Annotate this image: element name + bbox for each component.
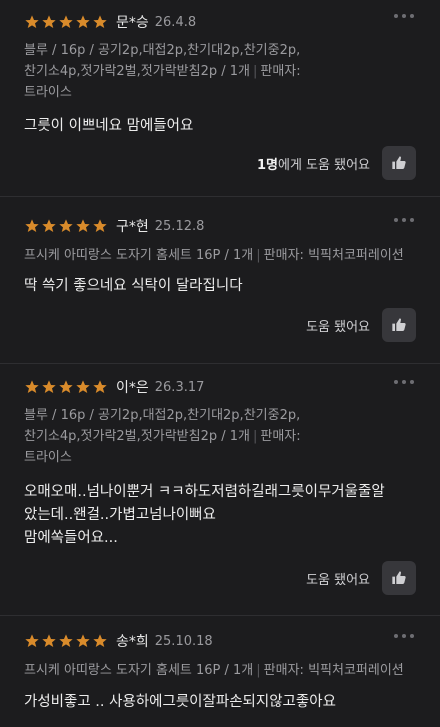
star-icon — [76, 15, 90, 28]
star-icon — [25, 380, 39, 393]
review-text-line: 았는데..왠걸..가볍고넘나이뻐요 — [24, 507, 216, 523]
review-text: 가성비좋고 .. 사용하에그릇이잘파손되지않고좋아요 — [24, 691, 424, 714]
star-icon — [93, 15, 107, 28]
star-icon — [93, 634, 107, 647]
reviewer-name: 구*현 — [116, 219, 149, 235]
more-dots-icon[interactable] — [394, 14, 414, 18]
review-card: 구*현 25.12.8 프시케 아띠랑스 도자기 홈세트 16P / 1개 | 판매… — [0, 197, 440, 364]
star-icon — [59, 634, 73, 647]
more-dots-icon[interactable] — [394, 218, 414, 222]
helpful-button[interactable] — [382, 146, 416, 180]
review-date: 25.10.18 — [154, 633, 213, 649]
helpful-label: 도움 됐어요 — [306, 572, 370, 588]
review-text: 그릇이 이쁘네요 맘에들어요 — [24, 115, 424, 138]
more-dots-icon[interactable] — [394, 380, 414, 384]
helpful-row: 도움 됐어요 — [306, 308, 416, 342]
star-icon — [59, 219, 73, 232]
review-date: 26.3.17 — [154, 379, 205, 395]
reviewer-name: 이*은 — [116, 380, 149, 396]
review-text-line: 오매오매..넘나이뿐거 ㅋㅋ하도저렴하길래그릇이무거울줄알 — [24, 484, 385, 500]
star-icon — [76, 634, 90, 647]
star-rating — [24, 218, 108, 234]
review-date: 26.4.8 — [154, 14, 197, 30]
review-card: 이*은 26.3.17 블루 / 16p / 공기2p,대접2p,찬기대2p,찬… — [0, 364, 440, 616]
star-icon — [42, 380, 56, 393]
option-line: 찬기소4p,젓가락2벌,젓가락받침2p / 1개 | 판매자: — [24, 64, 301, 79]
option-line: 블루 / 16p / 공기2p,대접2p,찬기대2p,찬기중2p, — [24, 43, 301, 58]
star-icon — [25, 219, 39, 232]
reviewer-name: 송*희 — [116, 634, 149, 650]
review-text-line: 가성비좋고 .. 사용하에그릇이잘파손되지않고좋아요 — [24, 694, 336, 710]
star-rating — [24, 633, 108, 649]
review-date: 25.12.8 — [154, 218, 205, 234]
review-text-line: 맘에쏙들어요... — [24, 530, 118, 546]
option-line: 찬기소4p,젓가락2벌,젓가락받침2p / 1개 | 판매자: — [24, 429, 301, 444]
review-header: 구*현 25.12.8 — [24, 216, 204, 236]
review-text-line: 그릇이 이쁘네요 맘에들어요 — [24, 118, 194, 134]
option-line: 프시케 아띠랑스 도자기 홈세트 16P / 1개 | 판매자: 빅픽처코퍼레이션 — [24, 248, 404, 263]
star-icon — [42, 15, 56, 28]
helpful-label: 도움 됐어요 — [306, 319, 370, 335]
more-dots-icon[interactable] — [394, 634, 414, 638]
star-rating — [24, 14, 108, 30]
option-line: 블루 / 16p / 공기2p,대접2p,찬기대2p,찬기중2p, — [24, 408, 301, 423]
purchase-option: 블루 / 16p / 공기2p,대접2p,찬기대2p,찬기중2p, 찬기소4p,… — [24, 405, 416, 468]
thumbs-up-icon — [392, 318, 406, 331]
seller-label: 판매자: — [260, 64, 301, 79]
helpful-row: 1명에게 도움 됐어요 — [257, 146, 416, 180]
star-icon — [76, 380, 90, 393]
seller-label: 판매자: 빅픽처코퍼레이션 — [263, 248, 404, 263]
option-line: 프시케 아띠랑스 도자기 홈세트 16P / 1개 | 판매자: 빅픽처코퍼레이션 — [24, 663, 404, 678]
helpful-row: 도움 됐어요 — [306, 561, 416, 595]
review-card: 송*희 25.10.18 프시케 아띠랑스 도자기 홈세트 16P / 1개 | 판… — [0, 616, 440, 727]
review-text: 오매오매..넘나이뿐거 ㅋㅋ하도저렴하길래그릇이무거울줄알 았는데..왠걸..가… — [24, 481, 424, 550]
seller-label: 판매자: 빅픽처코퍼레이션 — [263, 663, 404, 678]
helpful-button[interactable] — [382, 308, 416, 342]
helpful-button[interactable] — [382, 561, 416, 595]
review-text: 딱 쓱기 좋으네요 식탁이 달라집니다 — [24, 275, 424, 298]
star-icon — [42, 219, 56, 232]
star-icon — [59, 15, 73, 28]
purchase-option: 프시케 아띠랑스 도자기 홈세트 16P / 1개 | 판매자: 빅픽처코퍼레이션 — [24, 245, 416, 266]
review-header: 문*승 26.4.8 — [24, 12, 196, 32]
review-card: 문*승 26.4.8 블루 / 16p / 공기2p,대접2p,찬기대2p,찬기… — [0, 0, 440, 197]
seller-label: 판매자: — [260, 429, 301, 444]
star-icon — [93, 219, 107, 232]
star-rating — [24, 379, 108, 395]
purchase-option: 블루 / 16p / 공기2p,대접2p,찬기대2p,찬기중2p, 찬기소4p,… — [24, 40, 416, 103]
seller-name: 트라이스 — [24, 85, 72, 100]
thumbs-up-icon — [392, 156, 406, 169]
seller-name: 트라이스 — [24, 450, 72, 465]
review-text-line: 딱 쓱기 좋으네요 식탁이 달라집니다 — [24, 278, 243, 294]
star-icon — [25, 15, 39, 28]
reviewer-name: 문*승 — [116, 15, 149, 31]
purchase-option: 프시케 아띠랑스 도자기 홈세트 16P / 1개 | 판매자: 빅픽처코퍼레이션 — [24, 660, 416, 681]
star-icon — [59, 380, 73, 393]
star-icon — [42, 634, 56, 647]
star-icon — [76, 219, 90, 232]
review-header: 이*은 26.3.17 — [24, 377, 204, 397]
thumbs-up-icon — [392, 571, 406, 584]
star-icon — [25, 634, 39, 647]
helpful-label: 1명에게 도움 됐어요 — [256, 157, 370, 173]
star-icon — [93, 380, 107, 393]
review-header: 송*희 25.10.18 — [24, 631, 213, 651]
